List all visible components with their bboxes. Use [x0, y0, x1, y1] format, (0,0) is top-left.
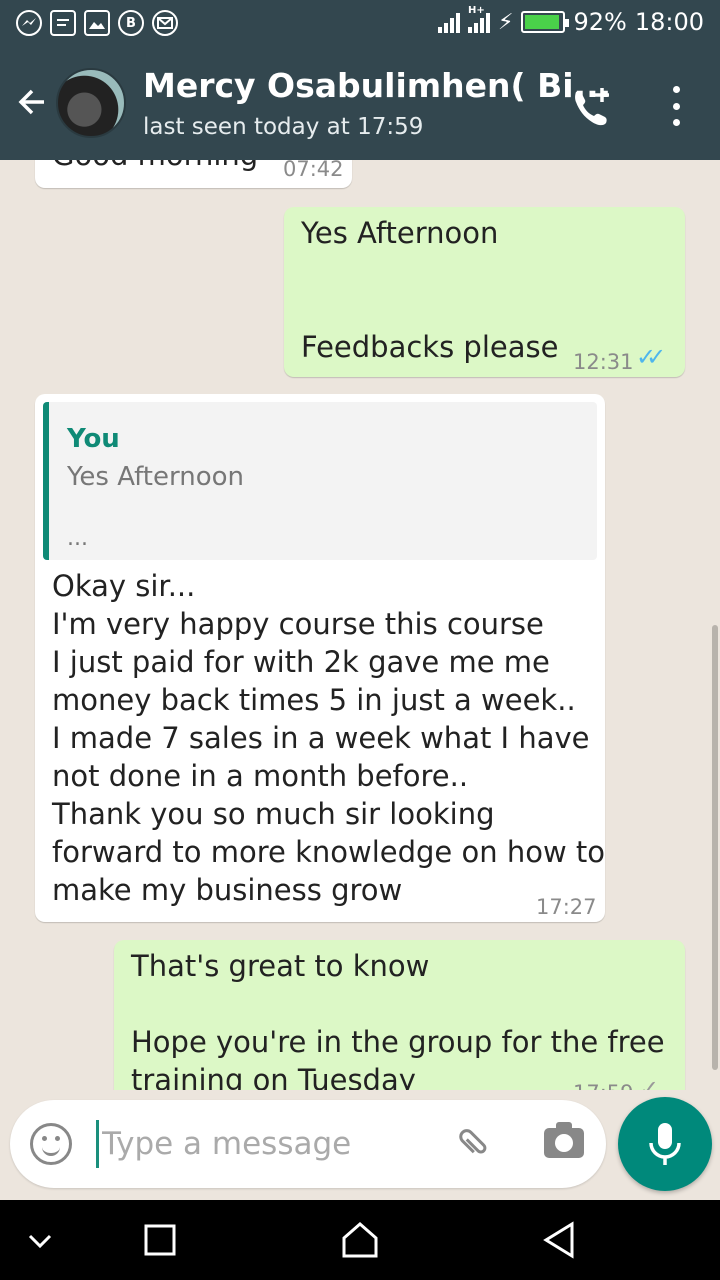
microphone-button[interactable]: [618, 1097, 712, 1191]
charging-icon: ⚡: [498, 9, 514, 35]
quoted-message[interactable]: You Yes Afternoon ...: [43, 402, 597, 560]
camera-icon[interactable]: [544, 1122, 584, 1158]
status-bar: B H+ ⚡ 92% 18:00: [0, 0, 720, 48]
quote-ellipsis: ...: [67, 526, 88, 551]
message-composer: [10, 1100, 606, 1188]
clock: 18:00: [634, 8, 704, 36]
wifi-signal-icon: [438, 11, 461, 33]
contact-name[interactable]: Mercy Osabulimhen( Bi...: [143, 66, 611, 105]
message-time: 17:27: [536, 895, 597, 919]
last-seen-status: last seen today at 17:59: [143, 114, 424, 140]
status-indicators: H+ ⚡ 92% 18:00: [438, 5, 704, 36]
home-icon[interactable]: [338, 1218, 382, 1262]
recent-apps-icon[interactable]: [138, 1218, 182, 1262]
mail-icon: [152, 10, 178, 36]
scrollbar[interactable]: [712, 625, 718, 1070]
read-ticks-icon: ✓✓: [636, 343, 666, 371]
back-arrow-icon[interactable]: [14, 84, 50, 127]
mobile-signal-icon: H+: [468, 5, 491, 33]
notification-icons: B: [16, 10, 178, 36]
message-time: 07:42: [283, 160, 344, 181]
messenger-icon: [16, 10, 42, 36]
outgoing-message[interactable]: Yes Afternoon Feedbacks please 12:31 ✓✓: [284, 207, 685, 377]
attach-icon[interactable]: [447, 1115, 507, 1175]
message-text: Good morning: [52, 160, 258, 174]
chat-header: Mercy Osabulimhen( Bi... last seen today…: [0, 48, 720, 160]
text-cursor: [96, 1120, 99, 1168]
image-icon: [84, 10, 110, 36]
emoji-icon[interactable]: [30, 1123, 72, 1165]
more-options-icon[interactable]: [668, 86, 684, 126]
message-time: 17:59: [573, 1074, 634, 1090]
quote-author: You: [67, 424, 120, 454]
battery-percent: 92%: [573, 8, 627, 36]
system-nav-bar: [0, 1200, 720, 1280]
message-text: Okay sir... I'm very happy course this c…: [52, 569, 605, 907]
quote-text: Yes Afternoon: [67, 462, 244, 492]
battery-icon: [521, 11, 570, 33]
incoming-message[interactable]: Good morning 07:42: [35, 160, 352, 188]
outgoing-message[interactable]: That's great to know Hope you're in the …: [114, 940, 685, 1090]
incoming-message[interactable]: You Yes Afternoon ... Okay sir... I'm ve…: [35, 394, 605, 922]
message-time: 12:31: [573, 350, 634, 374]
chat-messages[interactable]: Good morning 07:42 Yes Afternoon Feedbac…: [0, 160, 720, 1090]
avatar[interactable]: [56, 68, 126, 138]
sent-tick-icon: ✓: [639, 1075, 659, 1090]
b-icon: B: [118, 10, 144, 36]
message-text: That's great to know Hope you're in the …: [131, 949, 665, 1090]
network-type-label: H+: [468, 5, 485, 16]
message-icon: [50, 10, 76, 36]
message-text: Yes Afternoon Feedbacks please: [301, 216, 559, 364]
message-input[interactable]: [102, 1118, 432, 1170]
add-call-icon[interactable]: [568, 82, 616, 130]
microphone-icon: [649, 1123, 681, 1165]
collapse-icon[interactable]: [18, 1218, 62, 1262]
back-nav-icon[interactable]: [538, 1218, 582, 1262]
